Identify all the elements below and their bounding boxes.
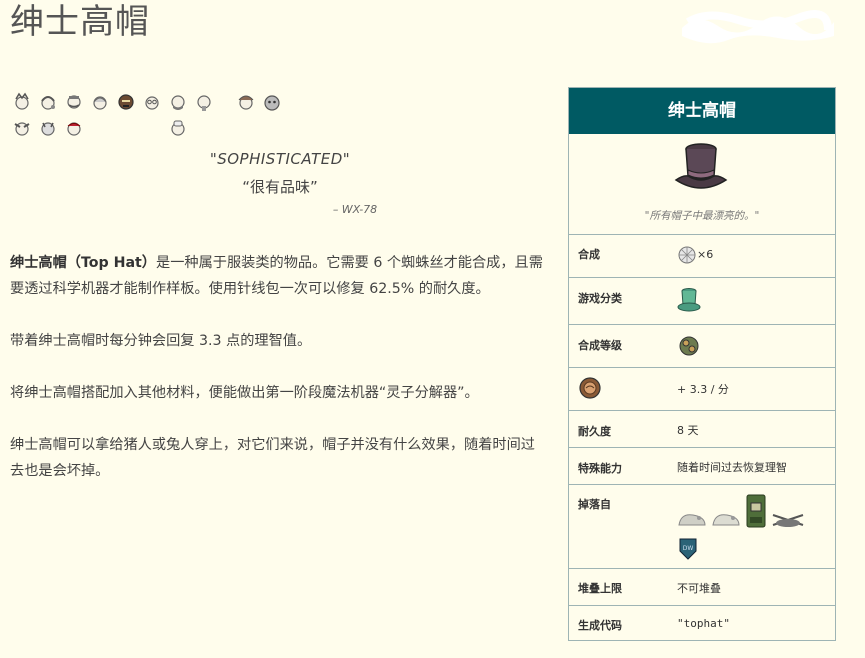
- quote-chinese: “很有品味”: [242, 178, 318, 196]
- beefalo-drop-icon[interactable]: [711, 509, 741, 529]
- willow-icon[interactable]: [38, 92, 58, 112]
- durability-label: 耐久度: [578, 425, 611, 438]
- character-icons: [12, 92, 302, 140]
- page-title: 绅士高帽: [10, 2, 150, 42]
- warly-icon[interactable]: [168, 118, 188, 138]
- skeleton-drop-icon[interactable]: [771, 511, 805, 529]
- drop-label: 掉落自: [578, 498, 611, 511]
- silk-icon[interactable]: [677, 245, 697, 265]
- tier-value: [677, 333, 701, 359]
- row-stack: 堆叠上限 不可堆叠: [569, 569, 835, 606]
- row-category: 游戏分类: [569, 278, 835, 325]
- wigfrid-icon[interactable]: [236, 92, 256, 112]
- wolfgang-icon[interactable]: [64, 92, 84, 112]
- item-name-bold: 绅士高帽（Top Hat）: [10, 255, 156, 271]
- science-machine-icon[interactable]: [677, 333, 701, 359]
- infobox-title: 绅士高帽: [569, 88, 835, 134]
- winona-icon[interactable]: [12, 118, 32, 138]
- article-body: 绅士高帽（Top Hat）是一种属于服装类的物品。它需要 6 个蜘蛛丝才能合成，…: [10, 250, 548, 510]
- slot-machine-icon[interactable]: [745, 493, 767, 529]
- row-ability: 特殊能力 随着时间过去恢复理智: [569, 448, 835, 485]
- catcoon-drop-icon[interactable]: [677, 509, 707, 529]
- dress-category-icon[interactable]: [677, 287, 701, 313]
- wx78-icon[interactable]: [116, 92, 136, 112]
- ability-value: 随着时间过去恢复理智: [677, 461, 787, 474]
- infobox-image: "所有帽子中最漂亮的。": [569, 134, 835, 235]
- row-tier: 合成等级: [569, 325, 835, 368]
- craft-label: 合成: [578, 248, 600, 261]
- character-quote: "SOPHISTICATED" “很有品味” – WX-78: [0, 150, 560, 216]
- paragraph-sanity: 带着绅士高帽时每分钟会回复 3.3 点的理智值。: [10, 333, 312, 349]
- woodie-icon[interactable]: [168, 92, 188, 112]
- svg-text:DW: DW: [683, 545, 694, 552]
- row-code: 生成代码 "tophat": [569, 606, 835, 642]
- wormwood-icon[interactable]: [64, 118, 84, 138]
- infobox-caption: "所有帽子中最漂亮的。": [644, 210, 760, 222]
- row-durability: 耐久度 8 天: [569, 411, 835, 448]
- paragraph-pigs: 绅士高帽可以拿给猪人或兔人穿上，对它们来说，帽子并没有什么效果，随着时间过去也是…: [10, 437, 535, 479]
- sanity-brain-icon: [579, 377, 601, 399]
- top-hat-icon: [674, 143, 728, 189]
- paragraph-intro: 绅士高帽（Top Hat）是一种属于服装类的物品。它需要 6 个蜘蛛丝才能合成，…: [10, 250, 548, 302]
- row-sanity: + 3.3 / 分: [569, 368, 835, 411]
- durability-value: 8 天: [677, 424, 699, 437]
- code-label: 生成代码: [578, 619, 622, 632]
- infobox: 绅士高帽 "所有帽子中最漂亮的。" 合成 ×6 游戏分类 合成等级 + 3.3 …: [568, 87, 836, 641]
- category-label: 游戏分类: [578, 292, 622, 305]
- category-value: [677, 287, 701, 313]
- wendy-icon[interactable]: [90, 92, 110, 112]
- row-craft: 合成 ×6: [569, 235, 835, 278]
- stack-label: 堆叠上限: [578, 582, 622, 595]
- quote-speaker: – WX-78: [332, 203, 378, 216]
- webber-icon[interactable]: [262, 92, 282, 112]
- ability-label: 特殊能力: [578, 462, 622, 475]
- redacted-scribble: [682, 10, 834, 44]
- tier-label: 合成等级: [578, 339, 622, 352]
- stack-value: 不可堆叠: [677, 582, 721, 595]
- sanity-value: + 3.3 / 分: [677, 383, 729, 396]
- wortox-icon[interactable]: [38, 118, 58, 138]
- quote-english: "SOPHISTICATED": [209, 150, 351, 168]
- paragraph-crafting: 将绅士高帽搭配加入其他材料，便能做出第一阶段魔法机器“灵子分解器”。: [10, 385, 479, 401]
- wickerbottom-icon[interactable]: [142, 92, 162, 112]
- code-value[interactable]: "tophat": [677, 617, 730, 630]
- craft-value: ×6: [677, 245, 713, 265]
- wilson-icon[interactable]: [12, 92, 32, 112]
- wilderness-icon[interactable]: DW: [677, 537, 699, 561]
- row-drop: 掉落自 DW: [569, 485, 835, 569]
- craft-quantity: ×6: [697, 248, 714, 261]
- wes-icon[interactable]: [194, 92, 214, 112]
